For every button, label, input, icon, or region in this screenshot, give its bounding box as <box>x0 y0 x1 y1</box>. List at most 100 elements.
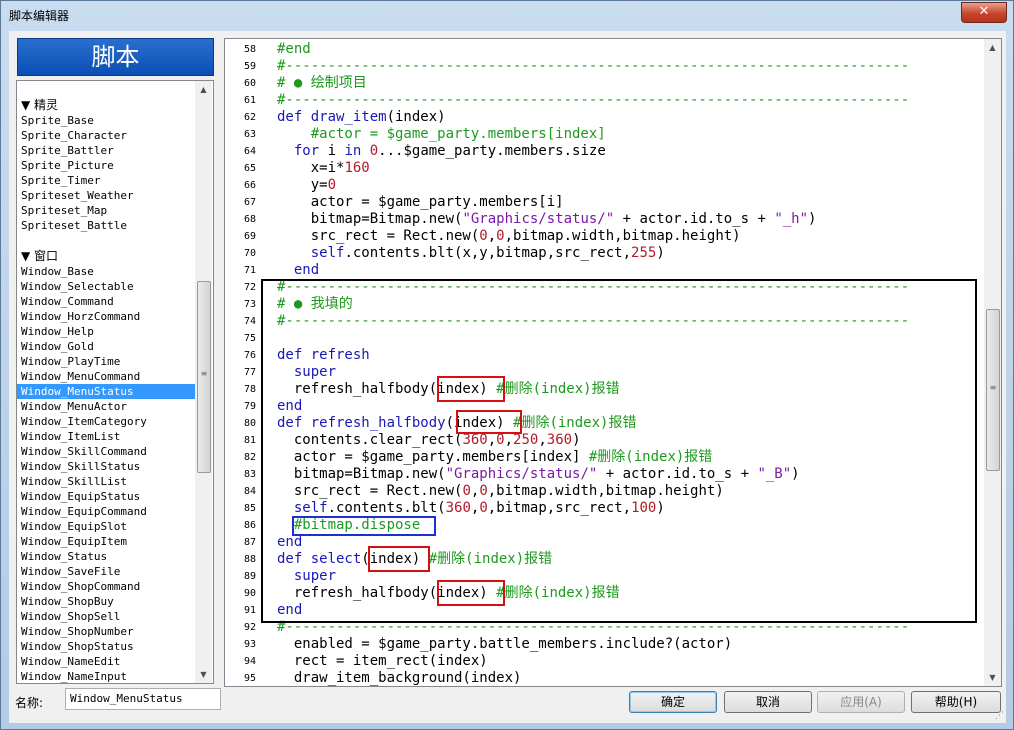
list-item[interactable]: Window_NameInput <box>17 669 195 683</box>
list-item[interactable]: Window_PlayTime <box>17 354 195 369</box>
line-number: 80 <box>243 418 256 429</box>
annotation-box <box>456 410 522 434</box>
code-token: enabled = $game_party.battle_members.inc… <box>277 636 733 652</box>
list-item[interactable]: Window_Command <box>17 294 195 309</box>
list-item[interactable]: Window_EquipCommand <box>17 504 195 519</box>
code-token: ) <box>808 211 817 227</box>
list-item[interactable]: Window_ShopCommand <box>17 579 195 594</box>
list-item[interactable]: Sprite_Character <box>17 128 195 143</box>
scroll-up-arrow-icon[interactable]: ▲ <box>984 39 1001 56</box>
title-bar[interactable]: 脚本编辑器 ✕ <box>1 1 1013 29</box>
list-item[interactable]: Window_MenuCommand <box>17 369 195 384</box>
list-item[interactable]: Spriteset_Map <box>17 203 195 218</box>
code-text[interactable]: bitmap=Bitmap.new("Graphics/status/" + a… <box>277 211 817 228</box>
line-number: 71 <box>243 265 256 276</box>
code-text[interactable]: actor = $game_party.members[i] <box>277 194 564 211</box>
client-area: 脚本 ▼ 精灵 Sprite_Base Sprite_Character Sprite… <box>9 31 1006 723</box>
list-item[interactable]: Window_MenuActor <box>17 399 195 414</box>
line-number: 64 <box>243 146 256 157</box>
code-text[interactable]: #end <box>277 41 311 58</box>
list-item[interactable]: Window_SkillList <box>17 474 195 489</box>
list-item[interactable]: Spriteset_Battle <box>17 218 195 233</box>
editor-scrollbar[interactable]: ▲ ≡ ▼ <box>984 39 1001 686</box>
code-text[interactable]: end <box>277 262 319 279</box>
editor-scroll-thumb[interactable]: ≡ <box>986 309 1000 471</box>
line-number: 74 <box>243 316 256 327</box>
code-text[interactable]: draw_item_background(index) <box>277 670 522 686</box>
name-label: 名称: <box>15 696 44 710</box>
code-text[interactable]: x=i*160 <box>277 160 370 177</box>
script-list[interactable]: ▼ 精灵 Sprite_Base Sprite_Character Sprite_Ba… <box>16 80 214 684</box>
code-line: 58 #end <box>225 41 985 58</box>
script-header: 脚本 <box>17 38 214 76</box>
list-scroll-thumb[interactable]: ≡ <box>197 281 211 473</box>
code-token: bitmap=Bitmap.new( <box>277 211 463 227</box>
apply-button[interactable]: 应用(A) <box>817 691 905 713</box>
list-item[interactable]: Sprite_Picture <box>17 158 195 173</box>
list-scrollbar[interactable]: ▲ ≡ ▼ <box>195 81 212 683</box>
list-item[interactable]: Window_ShopStatus <box>17 639 195 654</box>
code-text[interactable]: #actor = $game_party.members[index] <box>277 126 606 143</box>
list-item[interactable]: Window_ItemCategory <box>17 414 195 429</box>
list-item[interactable]: Window_NameEdit <box>17 654 195 669</box>
help-button[interactable]: 帮助(H) <box>911 691 1001 713</box>
code-text[interactable]: y=0 <box>277 177 336 194</box>
code-token: 0 <box>369 143 379 159</box>
list-item[interactable]: Sprite_Base <box>17 113 195 128</box>
code-token: (index) <box>386 109 446 125</box>
resize-grip-icon[interactable]: ⋰ <box>995 711 1004 721</box>
list-item[interactable]: Window_Base <box>17 264 195 279</box>
list-item[interactable]: Window_SaveFile <box>17 564 195 579</box>
line-number: 88 <box>243 554 256 565</box>
line-number: 63 <box>243 129 256 140</box>
code-token: #---------------------------------------… <box>277 92 910 108</box>
code-line: 65 x=i*160 <box>225 160 985 177</box>
line-number: 84 <box>243 486 256 497</box>
list-item[interactable]: Sprite_Timer <box>17 173 195 188</box>
list-item[interactable]: Window_EquipSlot <box>17 519 195 534</box>
scroll-down-arrow-icon[interactable]: ▼ <box>195 666 212 683</box>
code-text[interactable]: self.contents.blt(x,y,bitmap,src_rect,25… <box>277 245 665 262</box>
code-token: 255 <box>631 245 657 261</box>
scroll-down-arrow-icon[interactable]: ▼ <box>984 669 1001 686</box>
list-item[interactable]: Window_SkillCommand <box>17 444 195 459</box>
list-item[interactable]: Window_MenuStatus <box>17 384 195 399</box>
cancel-button[interactable]: 取消 <box>724 691 812 713</box>
list-item[interactable]: Window_EquipItem <box>17 534 195 549</box>
list-item[interactable]: Window_ItemList <box>17 429 195 444</box>
list-item[interactable]: Window_ShopBuy <box>17 594 195 609</box>
list-item[interactable]: Window_HorzCommand <box>17 309 195 324</box>
list-item[interactable]: Window_SkillStatus <box>17 459 195 474</box>
scroll-up-arrow-icon[interactable]: ▲ <box>195 81 212 98</box>
code-text[interactable]: enabled = $game_party.battle_members.inc… <box>277 636 732 653</box>
list-item[interactable]: Window_EquipStatus <box>17 489 195 504</box>
list-category[interactable]: ▼ 精灵 <box>17 97 195 113</box>
code-text[interactable]: def draw_item(index) <box>277 109 446 126</box>
list-item[interactable]: Window_Help <box>17 324 195 339</box>
line-number: 59 <box>243 61 256 72</box>
line-number: 85 <box>243 503 256 514</box>
list-item[interactable]: Sprite_Battler <box>17 143 195 158</box>
script-name-field[interactable]: Window_MenuStatus <box>65 688 221 710</box>
line-number: 65 <box>243 163 256 174</box>
code-text[interactable]: rect = item_rect(index) <box>277 653 488 670</box>
code-text[interactable]: for i in 0...$game_party.members.size <box>277 143 606 160</box>
code-token: "Graphics/status/" <box>462 211 615 227</box>
list-item[interactable]: Window_ShopSell <box>17 609 195 624</box>
list-category[interactable]: ▼ 窗口 <box>17 248 195 264</box>
code-text[interactable]: #---------------------------------------… <box>277 92 909 109</box>
list-item[interactable]: Window_Gold <box>17 339 195 354</box>
code-editor[interactable]: 58 #end 59 #-------------------------------… <box>224 38 1002 687</box>
code-text[interactable]: # ● 绘制项目 <box>277 75 367 92</box>
list-item[interactable]: Spriteset_Weather <box>17 188 195 203</box>
code-line: 70 self.contents.blt(x,y,bitmap,src_rect… <box>225 245 985 262</box>
ok-button[interactable]: 确定 <box>629 691 717 713</box>
list-item[interactable]: Window_Selectable <box>17 279 195 294</box>
close-button[interactable]: ✕ <box>961 2 1007 23</box>
list-item[interactable]: Window_ShopNumber <box>17 624 195 639</box>
list-item[interactable]: Window_Status <box>17 549 195 564</box>
code-token: src_rect = Rect.new( <box>277 228 480 244</box>
code-text[interactable]: #---------------------------------------… <box>277 58 909 75</box>
code-text[interactable]: src_rect = Rect.new(0,0,bitmap.width,bit… <box>277 228 741 245</box>
